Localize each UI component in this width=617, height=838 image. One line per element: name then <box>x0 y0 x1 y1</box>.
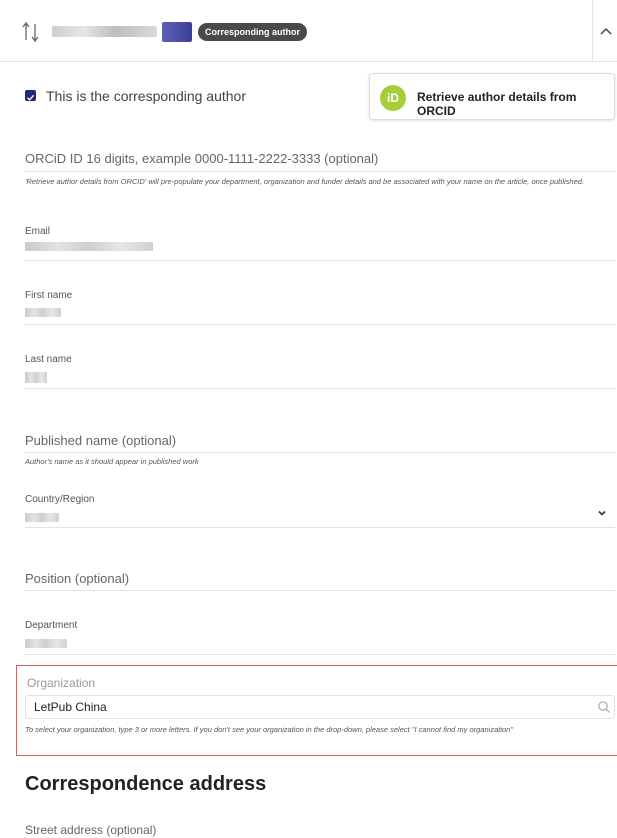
retrieve-orcid-button[interactable]: iD Retrieve author details from ORCID <box>369 73 615 120</box>
first-name-label: First name <box>25 290 73 301</box>
email-field[interactable] <box>25 242 153 251</box>
published-name-input[interactable]: Published name (optional) <box>25 433 176 448</box>
last-name-field[interactable] <box>25 372 47 383</box>
chevron-up-icon <box>600 27 612 35</box>
position-underline <box>25 590 615 591</box>
search-icon[interactable] <box>597 700 611 714</box>
last-name-label: Last name <box>25 354 72 365</box>
author-name <box>52 26 157 37</box>
corresponding-author-badge: Corresponding author <box>198 23 307 41</box>
organization-hint: To select your organization, type 3 or m… <box>25 725 514 734</box>
country-underline <box>25 527 615 528</box>
corresponding-author-label: This is the corresponding author <box>46 88 246 104</box>
last-name-underline <box>25 388 615 389</box>
orcid-icon: iD <box>380 85 406 111</box>
first-name-field[interactable] <box>25 308 61 317</box>
organization-input[interactable] <box>25 695 615 719</box>
department-field[interactable] <box>25 639 67 648</box>
organization-label: Organization <box>27 676 96 690</box>
first-name-underline <box>25 324 615 325</box>
retrieve-orcid-label: Retrieve author details from ORCID <box>417 90 577 118</box>
department-underline <box>25 654 615 655</box>
published-name-underline <box>25 452 615 453</box>
corresponding-author-checkbox[interactable] <box>25 90 36 101</box>
country-label: Country/Region <box>25 494 95 505</box>
position-input[interactable]: Position (optional) <box>25 571 129 586</box>
street-address-input[interactable]: Street address (optional) <box>25 823 156 837</box>
country-select[interactable] <box>25 513 59 522</box>
email-label: Email <box>25 226 51 237</box>
checkmark-icon <box>27 94 35 101</box>
author-card-header: Corresponding author <box>0 0 617 62</box>
reorder-arrows-icon[interactable] <box>20 18 42 46</box>
orcid-input-underline <box>25 171 615 172</box>
correspondence-address-heading: Correspondence address <box>25 773 267 795</box>
chevron-down-icon[interactable] <box>597 508 607 518</box>
published-name-hint: Author's name as it should appear in pub… <box>25 457 199 466</box>
collapse-button[interactable] <box>592 0 617 62</box>
orcid-input[interactable]: ORCiD ID 16 digits, example 0000-1111-22… <box>25 151 378 166</box>
department-label: Department <box>25 620 78 631</box>
email-underline <box>25 260 615 261</box>
author-initials <box>162 22 192 42</box>
orcid-hint: 'Retrieve author details from ORCID' wil… <box>25 177 585 186</box>
